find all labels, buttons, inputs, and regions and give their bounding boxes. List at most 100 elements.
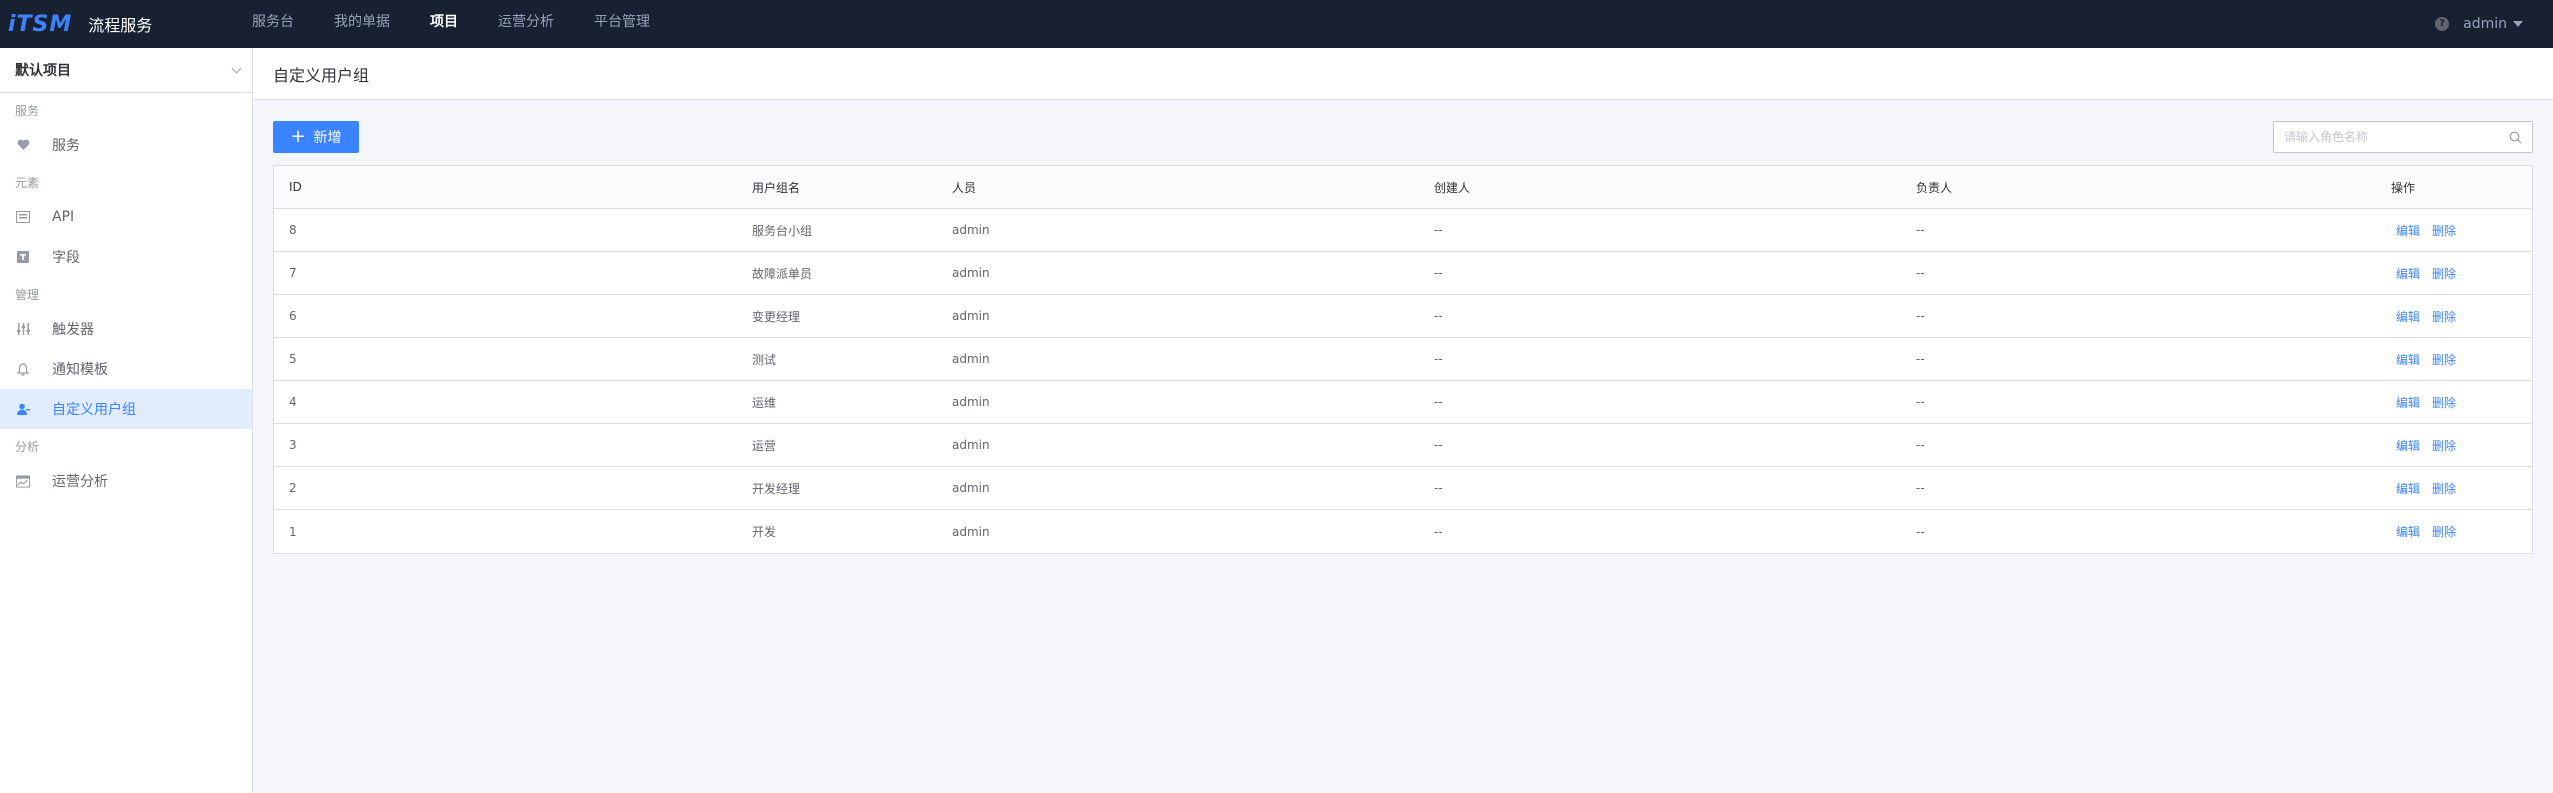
sidebar-item-notify-template[interactable]: 通知模板 [0,349,252,389]
cell-actions: 编辑 删除 [2381,480,2532,497]
cell-creator: -- [1434,309,1443,323]
sidebar-item-custom-user-group[interactable]: 自定义用户组 [0,389,252,429]
page-title: 自定义用户组 [273,65,370,85]
cell-creator: -- [1434,352,1443,366]
column-header-owner: 负责人 [1916,180,1953,195]
delete-link[interactable]: 删除 [2432,437,2456,454]
chart-icon [16,474,30,488]
sidebar-item-label: 字段 [52,250,80,266]
cell-owner: -- [1916,481,1925,495]
itsm-logo: iTSM [8,11,73,37]
top-right-area: ? admin [2435,0,2523,48]
cell-creator: -- [1434,223,1443,237]
delete-link[interactable]: 删除 [2432,265,2456,282]
sidebar-item-operation-analysis[interactable]: 运营分析 [0,461,252,501]
nav-service-desk[interactable]: 服务台 [252,0,294,48]
cell-owner: -- [1916,266,1925,280]
edit-link[interactable]: 编辑 [2396,308,2420,325]
cell-creator: -- [1434,266,1443,280]
edit-link[interactable]: 编辑 [2396,351,2420,368]
cell-owner: -- [1916,352,1925,366]
column-header-actions: 操作 [2391,180,2416,195]
delete-link[interactable]: 删除 [2432,308,2456,325]
delete-link[interactable]: 删除 [2432,480,2456,497]
sidebar-item-field[interactable]: 字段 [0,237,252,277]
nav-project[interactable]: 项目 [430,0,458,48]
cell-name: 测试 [752,352,777,367]
sidebar-item-api[interactable]: API [0,197,252,237]
sidebar-item-label: API [52,209,75,225]
table-header-row: ID 用户组名 人员 创建人 负责人 操作 [274,166,2532,209]
sidebar-item-label: 服务 [52,138,80,154]
cell-actions: 编辑 删除 [2381,523,2532,540]
user-menu[interactable]: admin [2463,16,2523,32]
cell-actions: 编辑 删除 [2381,265,2532,282]
sidebar-item-label: 自定义用户组 [52,402,136,418]
nav-operation-analysis[interactable]: 运营分析 [498,0,554,48]
cell-member: admin [952,481,990,495]
cell-name: 运维 [752,395,777,410]
cell-member: admin [952,309,990,323]
edit-link[interactable]: 编辑 [2396,480,2420,497]
cell-id: 6 [289,309,297,323]
table-row: 4 运维 admin -- -- 编辑 删除 [274,381,2532,424]
cell-actions: 编辑 删除 [2381,308,2532,325]
delete-link[interactable]: 删除 [2432,523,2456,540]
table-row: 7 故障派单员 admin -- -- 编辑 删除 [274,252,2532,295]
cell-creator: -- [1434,524,1443,539]
main-nav: 服务台 我的单据 项目 运营分析 平台管理 [252,0,690,48]
cell-id: 7 [289,266,297,280]
cell-name: 运营 [752,438,777,453]
cell-creator: -- [1434,481,1443,495]
delete-link[interactable]: 删除 [2432,351,2456,368]
sidebar-group-title: 分析 [15,440,40,454]
cell-member: admin [952,266,990,280]
app-name: 流程服务 [88,16,153,35]
sidebar: 默认项目 服务 服务 元素 API 字段 管理 触发器 通知模板 自定义用户组 … [0,48,253,793]
table-row: 8 服务台小组 admin -- -- 编辑 删除 [274,209,2532,252]
table-body: 8 服务台小组 admin -- -- 编辑 删除 7 故障派单员 admin … [274,209,2532,553]
edit-link[interactable]: 编辑 [2396,523,2420,540]
cell-id: 5 [289,352,297,366]
cell-owner: -- [1916,223,1925,237]
sidebar-item-label: 触发器 [52,322,94,338]
table-row: 6 变更经理 admin -- -- 编辑 删除 [274,295,2532,338]
project-select[interactable]: 默认项目 [0,48,252,93]
cell-creator: -- [1434,438,1443,452]
api-icon [16,210,30,224]
cell-owner: -- [1916,395,1925,409]
sidebar-group-title: 管理 [15,288,40,302]
column-header-member: 人员 [952,180,977,195]
top-navbar: iTSM 流程服务 服务台 我的单据 项目 运营分析 平台管理 ? admin [0,0,2553,48]
cell-owner: -- [1916,524,1925,539]
edit-link[interactable]: 编辑 [2396,265,2420,282]
sidebar-group-title: 元素 [15,176,40,190]
cell-id: 3 [289,438,297,452]
add-button[interactable]: + 新增 [273,121,359,153]
nav-my-tickets[interactable]: 我的单据 [334,0,390,48]
app-logo[interactable]: iTSM 流程服务 [0,0,252,48]
cell-actions: 编辑 删除 [2381,222,2532,239]
cell-member: admin [952,524,990,539]
column-header-name: 用户组名 [752,180,801,195]
nav-platform-management[interactable]: 平台管理 [594,0,650,48]
delete-link[interactable]: 删除 [2432,394,2456,411]
sidebar-item-service[interactable]: 服务 [0,125,252,165]
delete-link[interactable]: 删除 [2432,222,2456,239]
help-icon[interactable]: ? [2435,17,2450,31]
sidebar-item-label: 运营分析 [52,474,108,490]
sidebar-item-trigger[interactable]: 触发器 [0,309,252,349]
search-input[interactable] [2284,130,2509,144]
cell-creator: -- [1434,395,1443,409]
edit-link[interactable]: 编辑 [2396,394,2420,411]
cell-member: admin [952,223,990,237]
search-icon[interactable] [2509,131,2522,144]
edit-link[interactable]: 编辑 [2396,437,2420,454]
column-header-creator: 创建人 [1434,180,1471,195]
main-content: 自定义用户组 + 新增 ID 用户组名 人员 创建人 负责人 操作 8 服务台小… [253,48,2553,793]
username: admin [2463,16,2507,32]
user-group-icon [16,402,30,416]
cell-owner: -- [1916,438,1925,452]
column-header-id: ID [289,180,302,194]
edit-link[interactable]: 编辑 [2396,222,2420,239]
